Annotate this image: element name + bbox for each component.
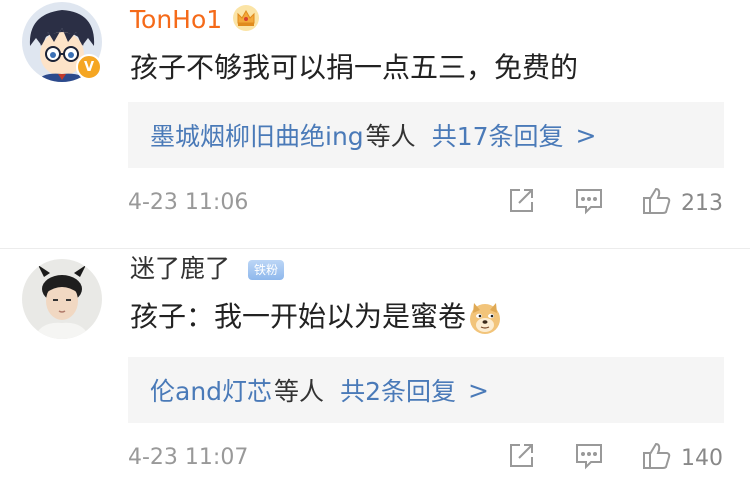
reply-user-link[interactable]: 伦and灯芯 — [150, 372, 272, 408]
comment-text-content: 孩子：我一开始以为是蜜卷 — [130, 300, 467, 333]
doge-emoji-icon — [468, 301, 502, 335]
like-button[interactable]: 213 — [641, 186, 723, 220]
comment-text: 孩子不够我可以捐一点五三，免费的 — [130, 51, 579, 84]
like-count: 140 — [681, 445, 723, 471]
like-button[interactable]: 140 — [641, 441, 723, 475]
reply-count-link[interactable]: 共2条回复 — [340, 372, 456, 408]
verified-badge: V — [76, 54, 102, 80]
share-icon — [506, 441, 536, 475]
fan-badge: 铁粉 — [248, 260, 284, 280]
comment-item: V TonHo1 孩子不够我可以捐一点五三，免费的 墨城烟柳旧曲绝ing 等人 … — [0, 0, 750, 248]
crown-icon — [232, 4, 260, 36]
share-icon — [506, 186, 536, 220]
timestamp: 4-23 11:07 — [128, 445, 249, 470]
like-icon — [641, 185, 673, 221]
comment-icon — [574, 186, 604, 220]
comment-text: 孩子：我一开始以为是蜜卷 — [130, 297, 502, 337]
reply-user-link[interactable]: 墨城烟柳旧曲绝ing — [150, 117, 364, 153]
comment-item: 迷了鹿了 铁粉 孩子：我一开始以为是蜜卷 伦and灯芯 等人 共2条回复 > 4… — [0, 248, 750, 496]
like-icon — [641, 440, 673, 476]
comment-button[interactable] — [574, 441, 604, 475]
reply-suffix: 等人 — [365, 122, 416, 151]
comment-button[interactable] — [574, 186, 604, 220]
chevron-right-icon[interactable]: > — [576, 121, 597, 150]
reply-count-link[interactable]: 共17条回复 — [432, 117, 564, 153]
replies-preview[interactable]: 墨城烟柳旧曲绝ing 等人 共17条回复 > — [128, 102, 724, 168]
username[interactable]: 迷了鹿了 — [130, 253, 230, 285]
timestamp: 4-23 11:06 — [128, 190, 249, 215]
reply-suffix: 等人 — [274, 377, 325, 406]
share-button[interactable] — [506, 441, 536, 475]
username[interactable]: TonHo1 — [130, 4, 222, 36]
replies-preview[interactable]: 伦and灯芯 等人 共2条回复 > — [128, 357, 724, 423]
comment-icon — [574, 441, 604, 475]
chevron-right-icon[interactable]: > — [468, 376, 489, 405]
share-button[interactable] — [506, 186, 536, 220]
like-count: 213 — [681, 190, 723, 216]
avatar[interactable] — [22, 259, 102, 339]
